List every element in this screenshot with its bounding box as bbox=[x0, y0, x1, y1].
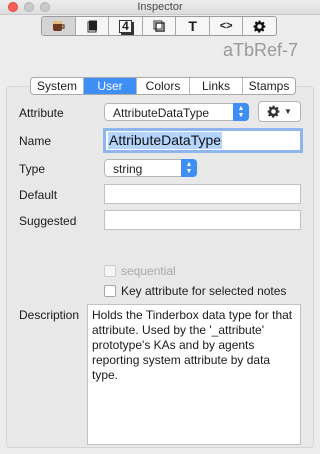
gear-icon bbox=[253, 20, 266, 33]
attribute-select-value: AttributeDataType bbox=[113, 106, 210, 120]
suggested-field[interactable] bbox=[104, 210, 301, 230]
note-page-icon bbox=[87, 20, 97, 32]
type-select[interactable]: string ▲ ▼ bbox=[104, 159, 197, 177]
inspector-tabs: System User Colors Links Stamps bbox=[30, 77, 296, 95]
sequential-label: sequential bbox=[121, 264, 176, 278]
box-icon bbox=[153, 20, 165, 32]
appearance-tab[interactable] bbox=[143, 17, 177, 35]
coffee-cup-icon bbox=[53, 21, 65, 31]
tab-stamps[interactable]: Stamps bbox=[243, 78, 295, 94]
properties-tab-label: 4 bbox=[119, 19, 132, 33]
name-field-value: AttributeDataType bbox=[108, 132, 223, 149]
window-title: Inspector bbox=[137, 1, 183, 13]
text-style-tab-label: T bbox=[188, 18, 197, 34]
tab-user[interactable]: User bbox=[84, 78, 137, 94]
action-tab[interactable]: <> bbox=[210, 17, 244, 35]
description-label: Description bbox=[19, 308, 80, 322]
key-attribute-checkbox[interactable] bbox=[104, 285, 116, 297]
attribute-select[interactable]: AttributeDataType ▲ ▼ bbox=[104, 103, 249, 121]
name-field[interactable]: AttributeDataType bbox=[103, 128, 303, 153]
default-field[interactable] bbox=[104, 184, 301, 204]
suggested-label: Suggested bbox=[19, 214, 77, 228]
type-select-value: string bbox=[113, 162, 143, 176]
inspector-pane-tabs: 4 T <> bbox=[41, 16, 277, 36]
tab-colors[interactable]: Colors bbox=[137, 78, 190, 94]
select-arrows-icon: ▲ ▼ bbox=[181, 159, 197, 177]
action-tab-label: <> bbox=[219, 20, 233, 32]
note-title: aTbRef-7 bbox=[222, 40, 298, 60]
properties-tab[interactable]: 4 bbox=[109, 17, 143, 35]
type-label: Type bbox=[19, 162, 46, 176]
gear-icon bbox=[267, 105, 280, 118]
inspector-window: Inspector 4 T <> aTbRef-7 System User Co… bbox=[0, 0, 320, 454]
text-style-tab[interactable]: T bbox=[176, 17, 210, 35]
name-label: Name bbox=[19, 134, 52, 148]
default-label: Default bbox=[19, 188, 58, 202]
sequential-checkbox[interactable] bbox=[104, 265, 116, 277]
text-tab[interactable] bbox=[76, 17, 110, 35]
title-bar: Inspector bbox=[0, 0, 320, 15]
chevron-down-icon: ▼ bbox=[284, 107, 292, 116]
settings-tab[interactable] bbox=[243, 17, 276, 35]
general-tab[interactable] bbox=[42, 17, 76, 35]
attribute-actions-button[interactable]: ▼ bbox=[258, 101, 301, 122]
attribute-label: Attribute bbox=[19, 106, 64, 120]
tab-system[interactable]: System bbox=[31, 78, 84, 94]
select-arrows-icon: ▲ ▼ bbox=[233, 103, 249, 121]
description-textarea[interactable]: Holds the Tinderbox data type for that a… bbox=[87, 304, 301, 445]
key-attribute-label: Key attribute for selected notes bbox=[121, 284, 287, 298]
tab-links[interactable]: Links bbox=[190, 78, 243, 94]
